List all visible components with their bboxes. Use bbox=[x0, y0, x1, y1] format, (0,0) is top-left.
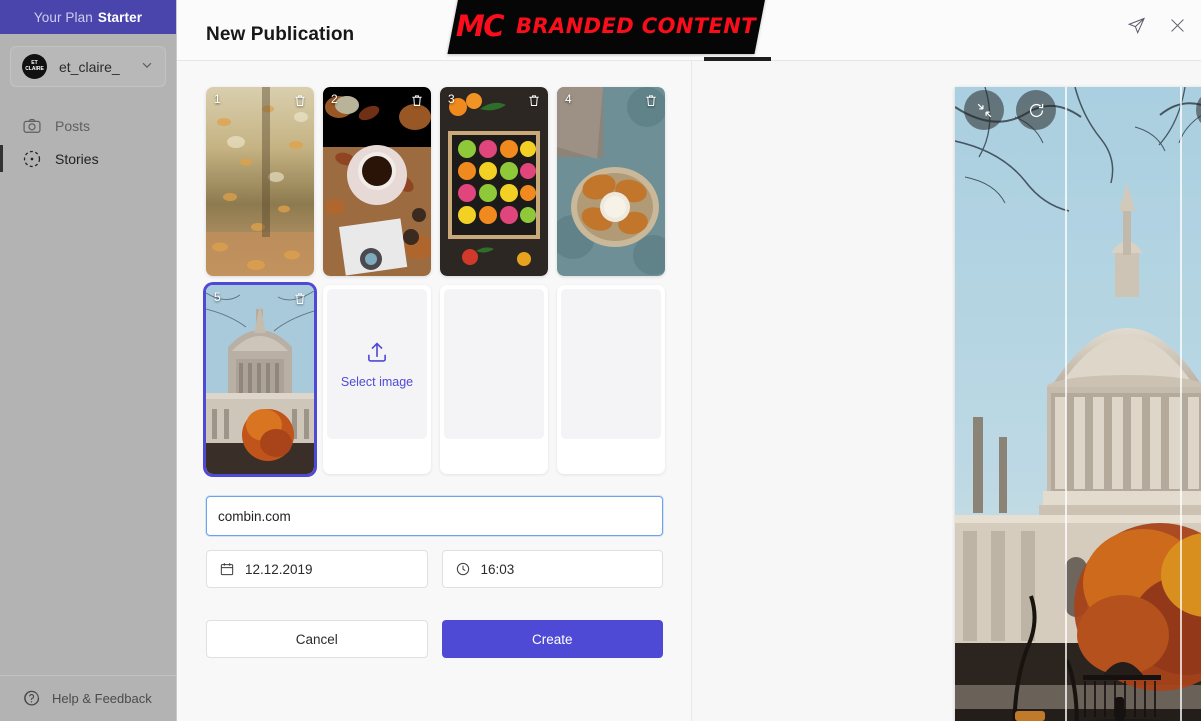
upload-icon[interactable] bbox=[1196, 90, 1201, 130]
main-area: New Publication MC BRANDED CONTENT 1 2 3… bbox=[177, 0, 1201, 721]
app-root: Your Plan Starter ET CLAIRE et_claire_ P… bbox=[0, 0, 1201, 721]
thumbnail-number: 2 bbox=[331, 92, 338, 106]
banner-text: BRANDED CONTENT bbox=[516, 13, 757, 38]
account-switcher[interactable]: ET CLAIRE et_claire_ bbox=[10, 46, 166, 87]
empty-media-slot[interactable] bbox=[557, 285, 665, 474]
plan-bar[interactable]: Your Plan Starter bbox=[0, 0, 176, 34]
sidebar-item-label: Posts bbox=[55, 117, 91, 134]
fit-icon[interactable] bbox=[964, 90, 1004, 130]
media-thumbnail[interactable]: 4 bbox=[557, 87, 665, 276]
trash-icon[interactable] bbox=[410, 93, 424, 108]
thumbnail-image-5 bbox=[206, 285, 314, 474]
plan-label: Your Plan bbox=[33, 9, 93, 25]
thumbnail-image-3 bbox=[440, 87, 548, 276]
story-preview[interactable] bbox=[955, 87, 1201, 721]
help-label: Help & Feedback bbox=[52, 691, 152, 706]
chevron-down-icon[interactable] bbox=[140, 58, 154, 75]
help-and-feedback-button[interactable]: Help & Feedback bbox=[0, 675, 176, 721]
select-image-label: Select image bbox=[340, 375, 414, 389]
media-thumbnail[interactable]: 3 bbox=[440, 87, 548, 276]
trash-icon[interactable] bbox=[293, 93, 307, 108]
preview-panel bbox=[692, 61, 1201, 721]
sidebar: Your Plan Starter ET CLAIRE et_claire_ P… bbox=[0, 0, 177, 721]
avatar: ET CLAIRE bbox=[22, 54, 47, 79]
camera-icon bbox=[22, 116, 42, 136]
publication-editor-panel: 1 2 3 4 5 Select image combin.com 12.12.… bbox=[177, 61, 692, 721]
clock-icon bbox=[455, 561, 471, 577]
date-field[interactable]: 12.12.2019 bbox=[206, 550, 428, 588]
page-title: New Publication bbox=[206, 24, 355, 45]
sidebar-item-posts[interactable]: Posts bbox=[0, 109, 176, 142]
trash-icon[interactable] bbox=[527, 93, 541, 108]
trash-icon[interactable] bbox=[293, 291, 307, 306]
preview-toolbar bbox=[955, 90, 1201, 142]
thumbnail-number: 5 bbox=[214, 290, 221, 304]
date-value: 12.12.2019 bbox=[245, 561, 313, 577]
publication-form: 12.12.2019 16:03 Cancel Create bbox=[206, 496, 663, 658]
thumbnail-number: 3 bbox=[448, 92, 455, 106]
sidebar-item-stories[interactable]: Stories bbox=[0, 142, 176, 175]
story-guide-line bbox=[1065, 87, 1067, 721]
question-circle-icon bbox=[22, 689, 41, 708]
branded-content-banner: MC BRANDED CONTENT bbox=[447, 0, 766, 54]
thumbnail-image-4 bbox=[557, 87, 665, 276]
send-icon[interactable] bbox=[1127, 16, 1146, 35]
mc-logo: MC bbox=[456, 8, 504, 43]
upload-icon bbox=[364, 339, 390, 365]
sidebar-nav: Posts Stories bbox=[0, 109, 176, 175]
account-name: et_claire_ bbox=[59, 58, 120, 75]
thumbnail-image-2 bbox=[323, 87, 431, 276]
sidebar-item-label: Stories bbox=[55, 150, 99, 167]
rotate-icon[interactable] bbox=[1016, 90, 1056, 130]
preview-image bbox=[955, 87, 1201, 721]
thumbnail-number: 1 bbox=[214, 92, 221, 106]
caption-input[interactable] bbox=[206, 496, 663, 536]
story-guide-line bbox=[1180, 87, 1182, 721]
cancel-button[interactable]: Cancel bbox=[206, 620, 428, 658]
stories-icon bbox=[22, 149, 42, 169]
media-thumbnail-selected[interactable]: 5 bbox=[206, 285, 314, 474]
top-actions bbox=[1127, 16, 1187, 35]
close-icon[interactable] bbox=[1168, 16, 1187, 35]
empty-media-slot[interactable] bbox=[440, 285, 548, 474]
thumbnail-image-1 bbox=[206, 87, 314, 276]
time-field[interactable]: 16:03 bbox=[441, 550, 663, 588]
topbar: New Publication MC BRANDED CONTENT bbox=[177, 0, 1201, 61]
select-image-slot[interactable]: Select image bbox=[323, 285, 431, 474]
media-thumbnail[interactable]: 2 bbox=[323, 87, 431, 276]
thumbnail-number: 4 bbox=[565, 92, 572, 106]
create-button[interactable]: Create bbox=[441, 620, 663, 658]
time-value: 16:03 bbox=[480, 561, 515, 577]
plan-name: Starter bbox=[97, 9, 143, 25]
media-grid: 1 2 3 4 5 Select image bbox=[206, 87, 665, 474]
calendar-icon bbox=[219, 561, 235, 577]
trash-icon[interactable] bbox=[644, 93, 658, 108]
media-thumbnail[interactable]: 1 bbox=[206, 87, 314, 276]
